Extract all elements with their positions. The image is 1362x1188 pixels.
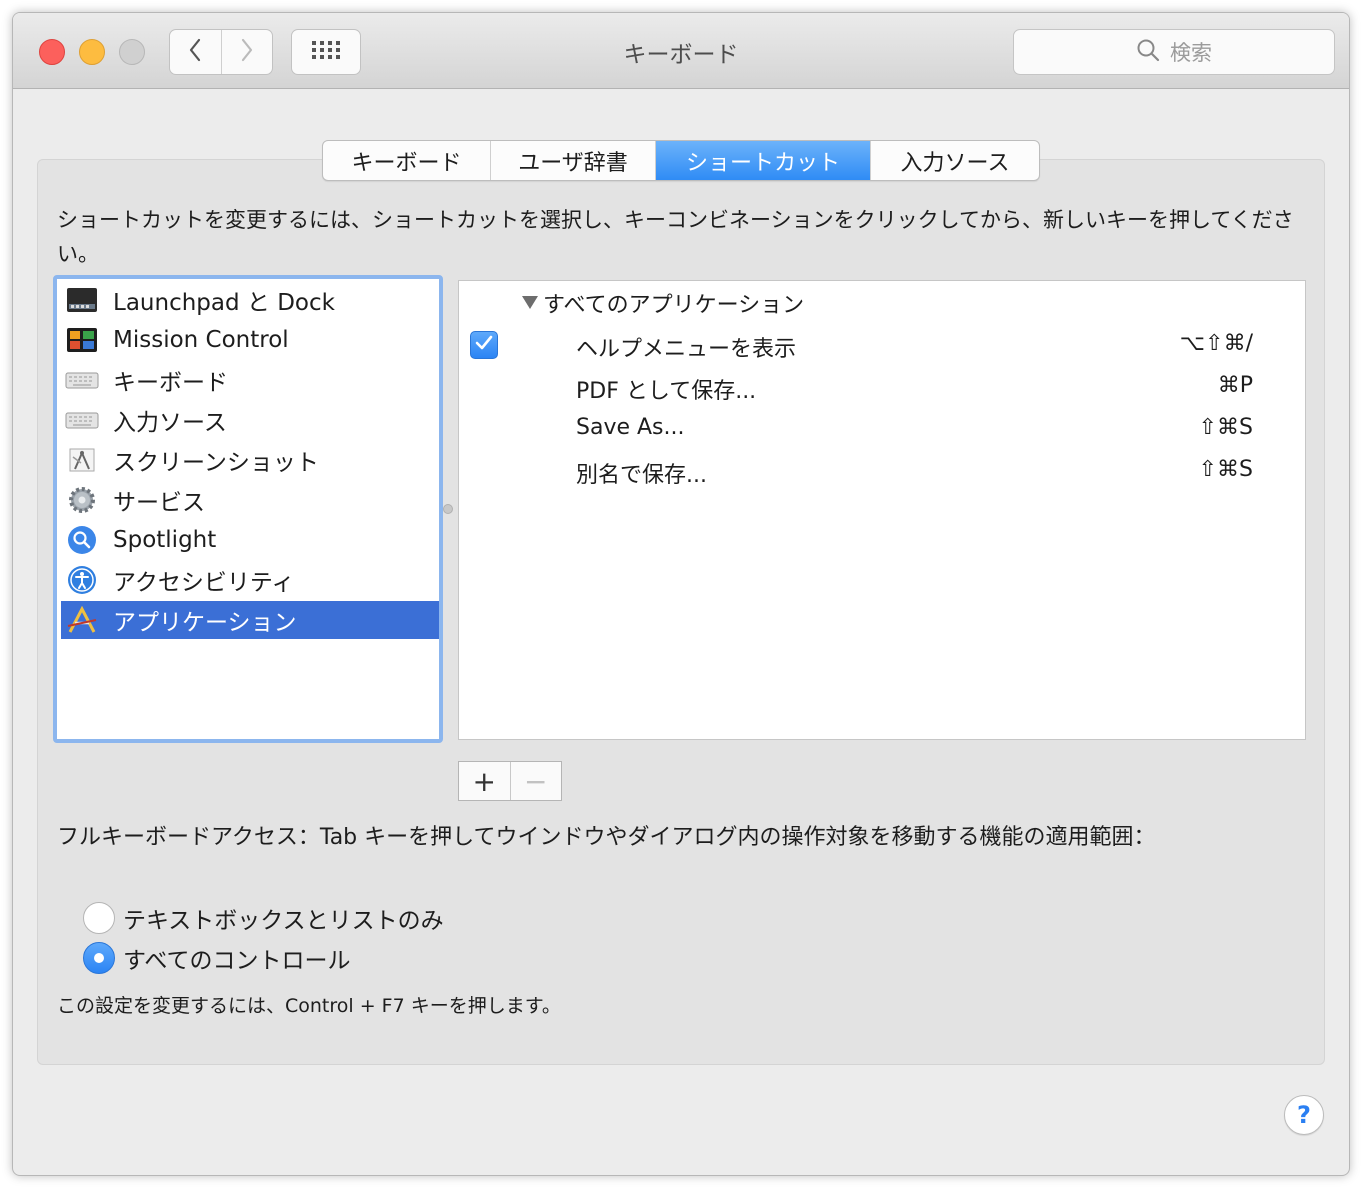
shortcut-keys[interactable]: ⌥⇧⌘/ [1180,331,1253,356]
category-label: アクセシビリティ [113,570,295,596]
shortcut-name: 別名で保存... [576,463,707,488]
help-button[interactable]: ? [1284,1095,1324,1135]
checkmark-icon [475,335,493,355]
category-item-applications[interactable]: アプリケーション [61,601,439,639]
category-list[interactable]: Launchpad と Dock Mission Control キーボード 入… [53,275,443,743]
category-item-spotlight[interactable]: Spotlight [61,521,439,559]
services-gear-icon [65,483,99,517]
preferences-window: キーボード 検索 キーボード ユーザ辞書 ショートカット 入力ソース ショートカ… [12,12,1350,1176]
shortcut-checkbox[interactable] [470,331,498,359]
shortcut-row[interactable]: Save As... ⇧⌘S [459,409,1305,451]
category-label: Spotlight [113,527,217,553]
category-label: サービス [113,490,205,516]
category-label: キーボード [113,370,228,396]
tab-input-sources[interactable]: 入力ソース [871,141,1039,180]
radio-label[interactable]: すべてのコントロール [123,941,350,975]
input-source-icon [65,403,99,437]
search-icon [1136,38,1160,66]
shortcut-keys[interactable]: ⇧⌘S [1199,415,1253,440]
category-label: Mission Control [113,327,289,353]
tab-bar: キーボード ユーザ辞書 ショートカット 入力ソース [322,140,1040,181]
category-label: スクリーンショット [113,450,319,476]
shortcut-row[interactable]: PDF として保存... ⌘P [459,367,1305,409]
applications-icon [65,603,99,637]
tab-shortcuts[interactable]: ショートカット [656,141,871,180]
screenshot-icon [65,443,99,477]
shortcut-keys[interactable]: ⇧⌘S [1199,457,1253,482]
shortcut-row[interactable]: ヘルプメニューを表示 ⌥⇧⌘/ [459,325,1305,367]
category-item-accessibility[interactable]: アクセシビリティ [61,561,439,599]
control-f7-note: この設定を変更するには、Control + F7 キーを押します。 [57,995,561,1017]
radio-option-all-controls[interactable]: すべてのコントロール [83,941,350,975]
full-keyboard-access-label: フルキーボードアクセス：Tab キーを押してウインドウやダイアログ内の操作対象を… [57,825,1156,850]
radio-button[interactable] [83,902,115,934]
radio-button-selected[interactable] [83,942,115,974]
keyboard-icon [65,363,99,397]
shortcut-list[interactable]: すべてのアプリケーション ヘルプメニューを表示 ⌥⇧⌘/ PDF として保存..… [458,280,1306,740]
category-label: 入力ソース [113,410,227,436]
mission-control-icon [65,323,99,357]
search-field[interactable]: 検索 [1013,29,1335,75]
title-bar: キーボード 検索 [13,13,1349,89]
launchpad-dock-icon [65,283,99,317]
remove-shortcut-button[interactable]: − [509,762,562,800]
category-item-mission-control[interactable]: Mission Control [61,321,439,359]
tab-keyboard[interactable]: キーボード [323,141,491,180]
radio-dot [94,953,104,963]
category-item-services[interactable]: サービス [61,481,439,519]
accessibility-icon [65,563,99,597]
category-item-screenshots[interactable]: スクリーンショット [61,441,439,479]
category-item-input-sources[interactable]: 入力ソース [61,401,439,439]
radio-option-text-boxes-lists[interactable]: テキストボックスとリストのみ [83,901,444,935]
category-label: Launchpad と Dock [113,290,335,316]
category-label: アプリケーション [113,610,297,636]
split-view-handle[interactable] [443,504,453,514]
spotlight-icon [65,523,99,557]
shortcut-name: Save As... [576,415,685,440]
search-placeholder: 検索 [1170,41,1212,65]
category-item-keyboard[interactable]: キーボード [61,361,439,399]
disclosure-triangle-icon[interactable] [521,291,539,316]
radio-label[interactable]: テキストボックスとリストのみ [123,901,444,935]
shortcut-name: ヘルプメニューを表示 [576,337,797,362]
category-item-launchpad-dock[interactable]: Launchpad と Dock [61,281,439,319]
shortcut-group-label: すべてのアプリケーション [543,293,805,318]
tab-user-dictionary[interactable]: ユーザ辞書 [491,141,656,180]
shortcut-name: PDF として保存... [576,379,757,404]
add-remove-control: + − [458,761,562,801]
add-shortcut-button[interactable]: + [459,762,510,800]
shortcuts-description: ショートカットを変更するには、ショートカットを選択し、キーコンビネーションをクリ… [57,208,1294,266]
shortcut-row[interactable]: 別名で保存... ⇧⌘S [459,451,1305,493]
shortcut-group-header[interactable]: すべてのアプリケーション [521,287,804,319]
shortcut-keys[interactable]: ⌘P [1218,373,1253,398]
